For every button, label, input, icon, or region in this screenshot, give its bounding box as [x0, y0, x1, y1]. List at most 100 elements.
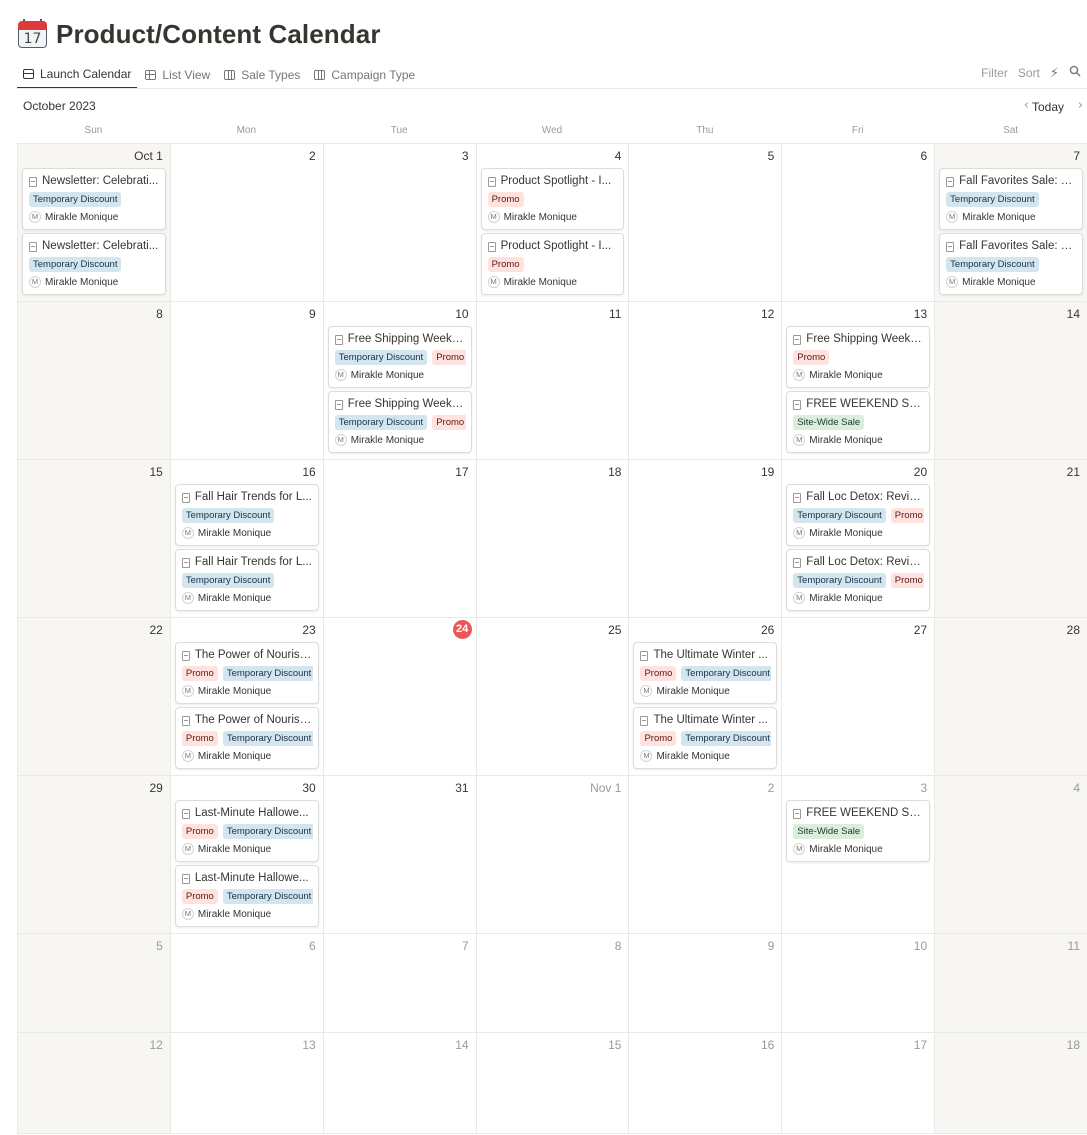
calendar-day-cell[interactable]: Oct 1 Newsletter: Celebrati... Temporary D… [17, 144, 170, 301]
calendar-day-cell[interactable]: 20 Fall Loc Detox: Revive... Temporary Dis… [781, 460, 934, 617]
calendar-day-cell[interactable]: 29 [17, 776, 170, 933]
event-title: Fall Favorites Sale: 25... [959, 240, 1078, 252]
calendar-day-cell[interactable]: 19 [628, 460, 781, 617]
calendar-day-cell[interactable]: 5 [628, 144, 781, 301]
event-card[interactable]: Product Spotlight - I... Promo M Mirakle Mo… [480, 233, 625, 295]
calendar-day-cell[interactable]: 9 [169, 302, 323, 459]
calendar-day-cell[interactable]: 10 Free Shipping Weeke... Temporary Discou… [322, 302, 476, 459]
calendar-day-cell[interactable]: 15 [475, 1033, 629, 1133]
event-card[interactable]: Fall Loc Detox: Revive... Temporary Disco… [786, 484, 931, 546]
day-number: 4 [614, 149, 622, 163]
calendar-day-cell[interactable]: 6 [169, 934, 323, 1032]
calendar-day-cell[interactable]: 10 [781, 934, 934, 1032]
calendar-day-cell[interactable]: 13 Free Shipping Weeke... Promo M Mirakle Mo… [781, 302, 934, 459]
event-card[interactable]: The Power of Nourish... Promo Temporary Di… [174, 707, 319, 769]
sort-button[interactable]: Sort [1018, 66, 1040, 80]
search-icon[interactable] [1069, 65, 1081, 81]
view-toolbar: Filter Sort ⚡ [971, 61, 1081, 85]
tab-sale-types[interactable]: Sale Types [218, 61, 306, 89]
calendar-day-cell[interactable]: 7 Fall Favorites Sale: 25... Temporary Dis… [934, 144, 1087, 301]
calendar-day-cell[interactable]: 12 [17, 1033, 170, 1133]
calendar-day-cell[interactable]: 9 [628, 934, 781, 1032]
sale-type-tag: Site-Wide Sale [793, 824, 865, 839]
calendar-day-cell[interactable]: 26 The Ultimate Winter ... Promo Temporary … [628, 618, 781, 775]
event-card[interactable]: FREE WEEKEND SHIP... Site-Wide Sale M Mirak… [786, 800, 931, 862]
calendar-day-cell[interactable]: 13 [169, 1033, 323, 1133]
event-card[interactable]: Free Shipping Weeke... Temporary Discount… [327, 326, 472, 388]
calendar-day-cell[interactable]: 16 Fall Hair Trends for L... Temporary Dis… [169, 460, 323, 617]
calendar-day-cell[interactable]: 8 [17, 302, 170, 459]
calendar-day-cell[interactable]: 27 [781, 618, 934, 775]
event-card[interactable]: Newsletter: Celebrati... Temporary Discou… [22, 233, 166, 295]
event-card[interactable]: Last-Minute Hallowe... Promo Temporary Dis… [174, 800, 319, 862]
calendar-day-cell[interactable]: 31 [322, 776, 476, 933]
tab-launch-calendar[interactable]: Launch Calendar [17, 61, 138, 89]
day-number: Nov 1 [590, 781, 622, 795]
calendar-day-cell[interactable]: 30 Last-Minute Hallowe... Promo Temporary D… [169, 776, 323, 933]
event-list: Fall Favorites Sale: 25... Temporary Disc… [939, 168, 1084, 298]
calendar-day-cell[interactable]: 14 [322, 1033, 476, 1133]
calendar-day-cell[interactable]: Nov 1 [475, 776, 629, 933]
event-card[interactable]: The Ultimate Winter ... Promo Temporary Di… [633, 707, 778, 769]
next-month-chevron-icon[interactable]: › [1078, 98, 1083, 113]
event-card[interactable]: Free Shipping Weeke... Temporary Discount… [327, 391, 472, 453]
calendar-day-cell[interactable]: 16 [628, 1033, 781, 1133]
calendar-emoji-icon[interactable]: 17 [18, 19, 47, 49]
calendar-day-cell[interactable]: 15 [17, 460, 170, 617]
calendar-day-cell[interactable]: 11 [934, 934, 1087, 1032]
calendar-day-cell[interactable]: 23 The Power of Nourish... Promo Temporary … [169, 618, 323, 775]
calendar-day-cell[interactable]: 3 [322, 144, 476, 301]
day-number: 12 [760, 307, 775, 321]
calendar-day-cell[interactable]: 18 [475, 460, 629, 617]
event-list: Product Spotlight - I... Promo M Mirakle Mo… [480, 168, 625, 298]
tab-campaign-type[interactable]: Campaign Type [308, 61, 421, 89]
previous-month-chevron-icon[interactable]: ‹ [1024, 98, 1029, 113]
event-card[interactable]: FREE WEEKEND SHIP... Site-Wide Sale M Mirak… [786, 391, 931, 453]
day-number: 21 [1066, 465, 1081, 479]
calendar-day-cell[interactable]: 21 [934, 460, 1087, 617]
calendar-day-cell[interactable]: 12 [628, 302, 781, 459]
calendar-day-cell[interactable]: 17 [781, 1033, 934, 1133]
event-card[interactable]: The Ultimate Winter ... Promo Temporary Di… [633, 642, 778, 704]
calendar-day-cell[interactable]: 24 [322, 618, 476, 775]
calendar-day-cell[interactable]: 14 [934, 302, 1087, 459]
event-card[interactable]: Fall Favorites Sale: 25... Temporary Disc… [939, 233, 1084, 295]
calendar-day-cell[interactable]: 18 [934, 1033, 1087, 1133]
event-card[interactable]: Newsletter: Celebrati... Temporary Discou… [22, 168, 166, 230]
calendar-day-cell[interactable]: 5 [17, 934, 170, 1032]
tab-list-view[interactable]: List View [139, 61, 216, 89]
filter-button[interactable]: Filter [981, 66, 1008, 80]
calendar-day-cell[interactable]: 7 [322, 934, 476, 1032]
calendar-day-cell[interactable]: 3 FREE WEEKEND SHIP... Site-Wide Sale M Mira… [781, 776, 934, 933]
page-title[interactable]: Product/Content Calendar [56, 19, 381, 50]
calendar-day-cell[interactable]: 11 [475, 302, 629, 459]
day-number: 17 [455, 465, 469, 479]
today-button[interactable]: Today [1032, 100, 1064, 114]
calendar-day-cell[interactable]: 6 [781, 144, 934, 301]
calendar-day-cell[interactable]: 4 Product Spotlight - I... Promo M Mirakle M… [475, 144, 629, 301]
owner-name: Mirakle Monique [503, 211, 577, 223]
calendar-day-cell[interactable]: 2 [169, 144, 323, 301]
calendar-day-cell[interactable]: 17 [322, 460, 476, 617]
event-title-row: Newsletter: Celebrati... [29, 173, 160, 189]
event-card[interactable]: Fall Loc Detox: Revive... Temporary Disco… [786, 549, 931, 611]
calendar-day-cell[interactable]: 8 [475, 934, 629, 1032]
event-card[interactable]: Free Shipping Weeke... Promo M Mirakle Moni… [786, 326, 931, 388]
calendar-day-cell[interactable]: 28 [934, 618, 1087, 775]
owner-name: Mirakle Monique [809, 434, 883, 446]
calendar-day-cell[interactable]: 25 [475, 618, 629, 775]
event-card[interactable]: Last-Minute Hallowe... Promo Temporary Dis… [174, 865, 319, 927]
sale-type-tag: Temporary Discount [222, 731, 313, 746]
calendar-day-cell[interactable]: 2 [628, 776, 781, 933]
event-tags: Temporary Discount [29, 257, 160, 272]
automation-lightning-icon[interactable]: ⚡ [1050, 66, 1059, 81]
event-card[interactable]: The Power of Nourish... Promo Temporary Di… [174, 642, 319, 704]
calendar-day-cell[interactable]: 4 [934, 776, 1087, 933]
calendar-day-cell[interactable]: 22 [17, 618, 170, 775]
event-card[interactable]: Product Spotlight - I... Promo M Mirakle Mo… [480, 168, 625, 230]
day-number: 26 [760, 623, 775, 637]
event-card[interactable]: Fall Hair Trends for L... Temporary Disco… [174, 484, 319, 546]
event-card[interactable]: Fall Hair Trends for L... Temporary Disco… [174, 549, 319, 611]
event-card[interactable]: Fall Favorites Sale: 25... Temporary Disc… [939, 168, 1084, 230]
tab-label: Launch Calendar [40, 67, 132, 81]
